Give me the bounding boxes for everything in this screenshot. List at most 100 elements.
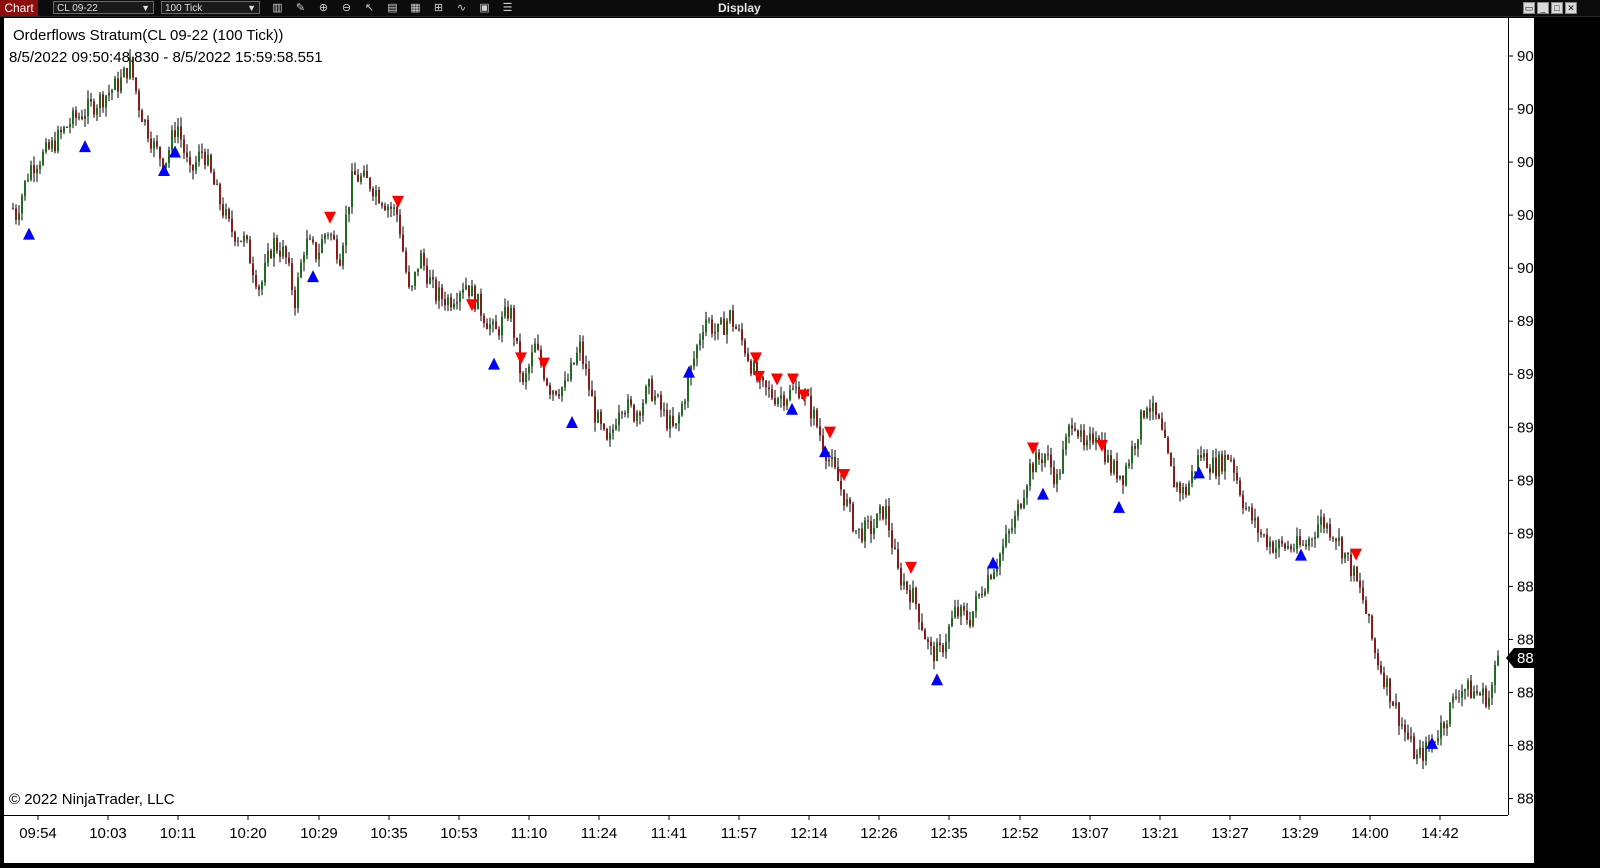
candle-body [258, 286, 260, 290]
candle-body [126, 68, 128, 79]
candle-body [81, 116, 83, 119]
candle-body [1125, 466, 1127, 485]
candle-body [981, 594, 983, 596]
candle-body [402, 234, 404, 252]
sell-signal-triangle [515, 352, 527, 365]
candle-body [1281, 540, 1283, 544]
candle-body [87, 98, 89, 117]
candle-body [978, 594, 980, 597]
candle-body [1332, 537, 1334, 539]
menu-icon[interactable]: ☰ [500, 1, 515, 15]
sell-signal-triangle [771, 373, 783, 386]
candle-body [561, 387, 563, 397]
data-box-icon[interactable]: ▤ [385, 1, 400, 15]
candle-body [285, 246, 287, 258]
candle-body [612, 429, 614, 434]
candle-body [303, 255, 305, 263]
templates-icon[interactable]: ▣ [477, 1, 492, 15]
buy-signal-triangle [1113, 500, 1125, 513]
bar-type-select[interactable]: 100 Tick ▼ [161, 1, 260, 14]
candle-body [1116, 460, 1118, 479]
candle-body [1248, 507, 1250, 509]
candle-body [1362, 587, 1364, 600]
candle-body [969, 620, 971, 626]
x-tick-label: 13:07 [1071, 825, 1109, 842]
candle-body [663, 409, 665, 411]
candle-body [783, 395, 785, 406]
properties-icon[interactable]: ▦ [408, 1, 423, 15]
candle-body [681, 403, 683, 416]
x-tick-label: 10:11 [160, 825, 196, 842]
restore-icon[interactable]: ▭ [1523, 2, 1535, 14]
y-tick-label: 89.80 [1517, 313, 1534, 330]
candle-body [546, 379, 548, 386]
candle-body [138, 91, 140, 111]
instrument-select[interactable]: CL 09-22 ▼ [53, 1, 154, 14]
candle-body [708, 319, 710, 321]
candle-body [396, 207, 398, 215]
chart-tab[interactable]: Chart [0, 0, 38, 16]
zoom-in-icon[interactable]: ⊕ [316, 1, 331, 15]
candle-body [639, 412, 641, 416]
candle-body [345, 214, 347, 246]
candle-body [1236, 472, 1238, 481]
candle-body [426, 265, 428, 284]
price-axis[interactable]: 90.80 90.60 90.40 90.20 90.00 89.80 89.60 89.40… [1506, 18, 1534, 815]
candle-body [630, 399, 632, 405]
candle-body [294, 289, 296, 308]
minimize-icon[interactable]: _ [1537, 2, 1549, 14]
candle-body [111, 89, 113, 93]
candle-body [1329, 524, 1331, 538]
candle-body [1227, 454, 1229, 460]
pointer-icon[interactable]: ↖ [362, 1, 377, 15]
indicators-icon[interactable]: ∿ [454, 1, 469, 15]
candle-body [885, 506, 887, 519]
candle-body [453, 303, 455, 308]
candle-body [234, 231, 236, 242]
candle-body [1263, 534, 1265, 536]
candle-body [1326, 524, 1328, 529]
y-tick-label: 90.00 [1517, 260, 1534, 277]
candle-body [171, 130, 173, 151]
strategies-icon[interactable]: ⊞ [431, 1, 446, 15]
candle-body [222, 204, 224, 216]
chart-panel[interactable]: 90.80 90.60 90.40 90.20 90.00 89.80 89.60 89.40… [4, 18, 1534, 863]
candle-body [438, 287, 440, 301]
candle-body [357, 174, 359, 182]
candle-body [1188, 483, 1190, 496]
candle-body [771, 389, 773, 399]
candle-body [441, 287, 443, 299]
price-chart[interactable]: 90.80 90.60 90.40 90.20 90.00 89.80 89.60 89.40… [4, 18, 1534, 863]
candle-body [990, 575, 992, 579]
candle-body [1176, 483, 1178, 488]
x-tick-label: 12:35 [930, 825, 968, 842]
candle-body [732, 310, 734, 327]
candle-body [1413, 736, 1415, 759]
candle-body [324, 234, 326, 240]
bar-type-icon[interactable]: ▥ [270, 1, 285, 15]
close-icon[interactable]: ✕ [1565, 2, 1577, 14]
maximize-icon[interactable]: □ [1551, 2, 1563, 14]
candle-body [147, 119, 149, 139]
candle-body [261, 282, 263, 290]
candle-body [24, 180, 26, 197]
candle-body [12, 208, 14, 210]
candle-body [1347, 552, 1349, 555]
candle-body [1137, 439, 1139, 449]
candle-body [1071, 425, 1073, 429]
candle-body [1251, 507, 1253, 521]
zoom-out-icon[interactable]: ⊖ [339, 1, 354, 15]
candle-body [393, 207, 395, 209]
candle-body [843, 489, 845, 506]
candle-body [321, 239, 323, 253]
candle-body [846, 499, 848, 506]
candle-body [339, 259, 341, 266]
buy-signal-triangle [79, 140, 91, 153]
candle-body [267, 250, 269, 263]
candle-body [1446, 724, 1448, 729]
candle-body [1026, 485, 1028, 498]
candle-body [1380, 665, 1382, 673]
draw-tool-icon[interactable]: ✎ [293, 1, 308, 15]
y-tick-label: 88.00 [1517, 791, 1534, 808]
time-axis[interactable]: 09:54 10:03 10:11 10:20 10:29 10:35 10:53 11:10… [4, 815, 1508, 842]
